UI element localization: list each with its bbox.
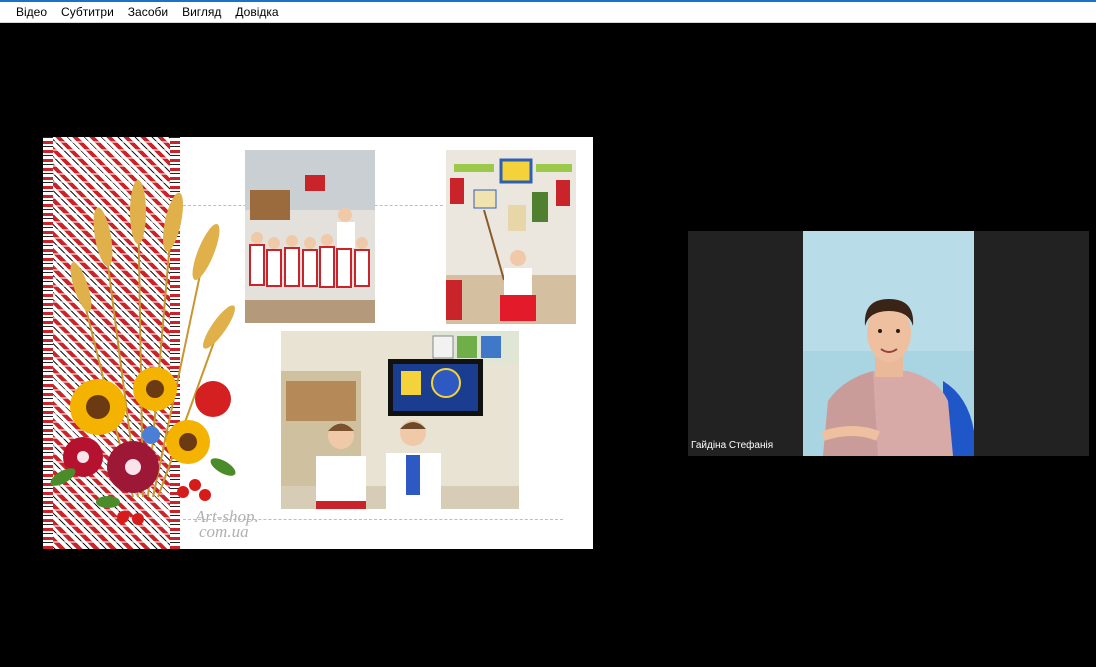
watermark-line-2: com.ua <box>199 522 249 541</box>
slide-watermark: Art-shop. com.ua <box>195 508 259 541</box>
menu-subtitles[interactable]: Субтитри <box>54 3 121 21</box>
menu-bar: Відео Субтитри Засоби Вигляд Довідка <box>0 2 1096 23</box>
shared-slide: Art-shop. com.ua <box>43 137 593 549</box>
participant-video-tile[interactable]: Гайдіна Стефанія <box>688 231 1089 456</box>
slide-photo-wall <box>446 150 576 324</box>
menu-help[interactable]: Довідка <box>228 3 285 21</box>
menu-view[interactable]: Вигляд <box>175 3 228 21</box>
slide-photo-group <box>245 150 375 323</box>
participant-camera-feed <box>803 231 974 456</box>
menu-video[interactable]: Відео <box>9 3 54 21</box>
participant-name-label: Гайдіна Стефанія <box>691 440 774 451</box>
slide-photo-classroom <box>281 331 519 509</box>
wheat-flower-bouquet <box>50 180 236 525</box>
menu-tools[interactable]: Засоби <box>121 3 175 21</box>
